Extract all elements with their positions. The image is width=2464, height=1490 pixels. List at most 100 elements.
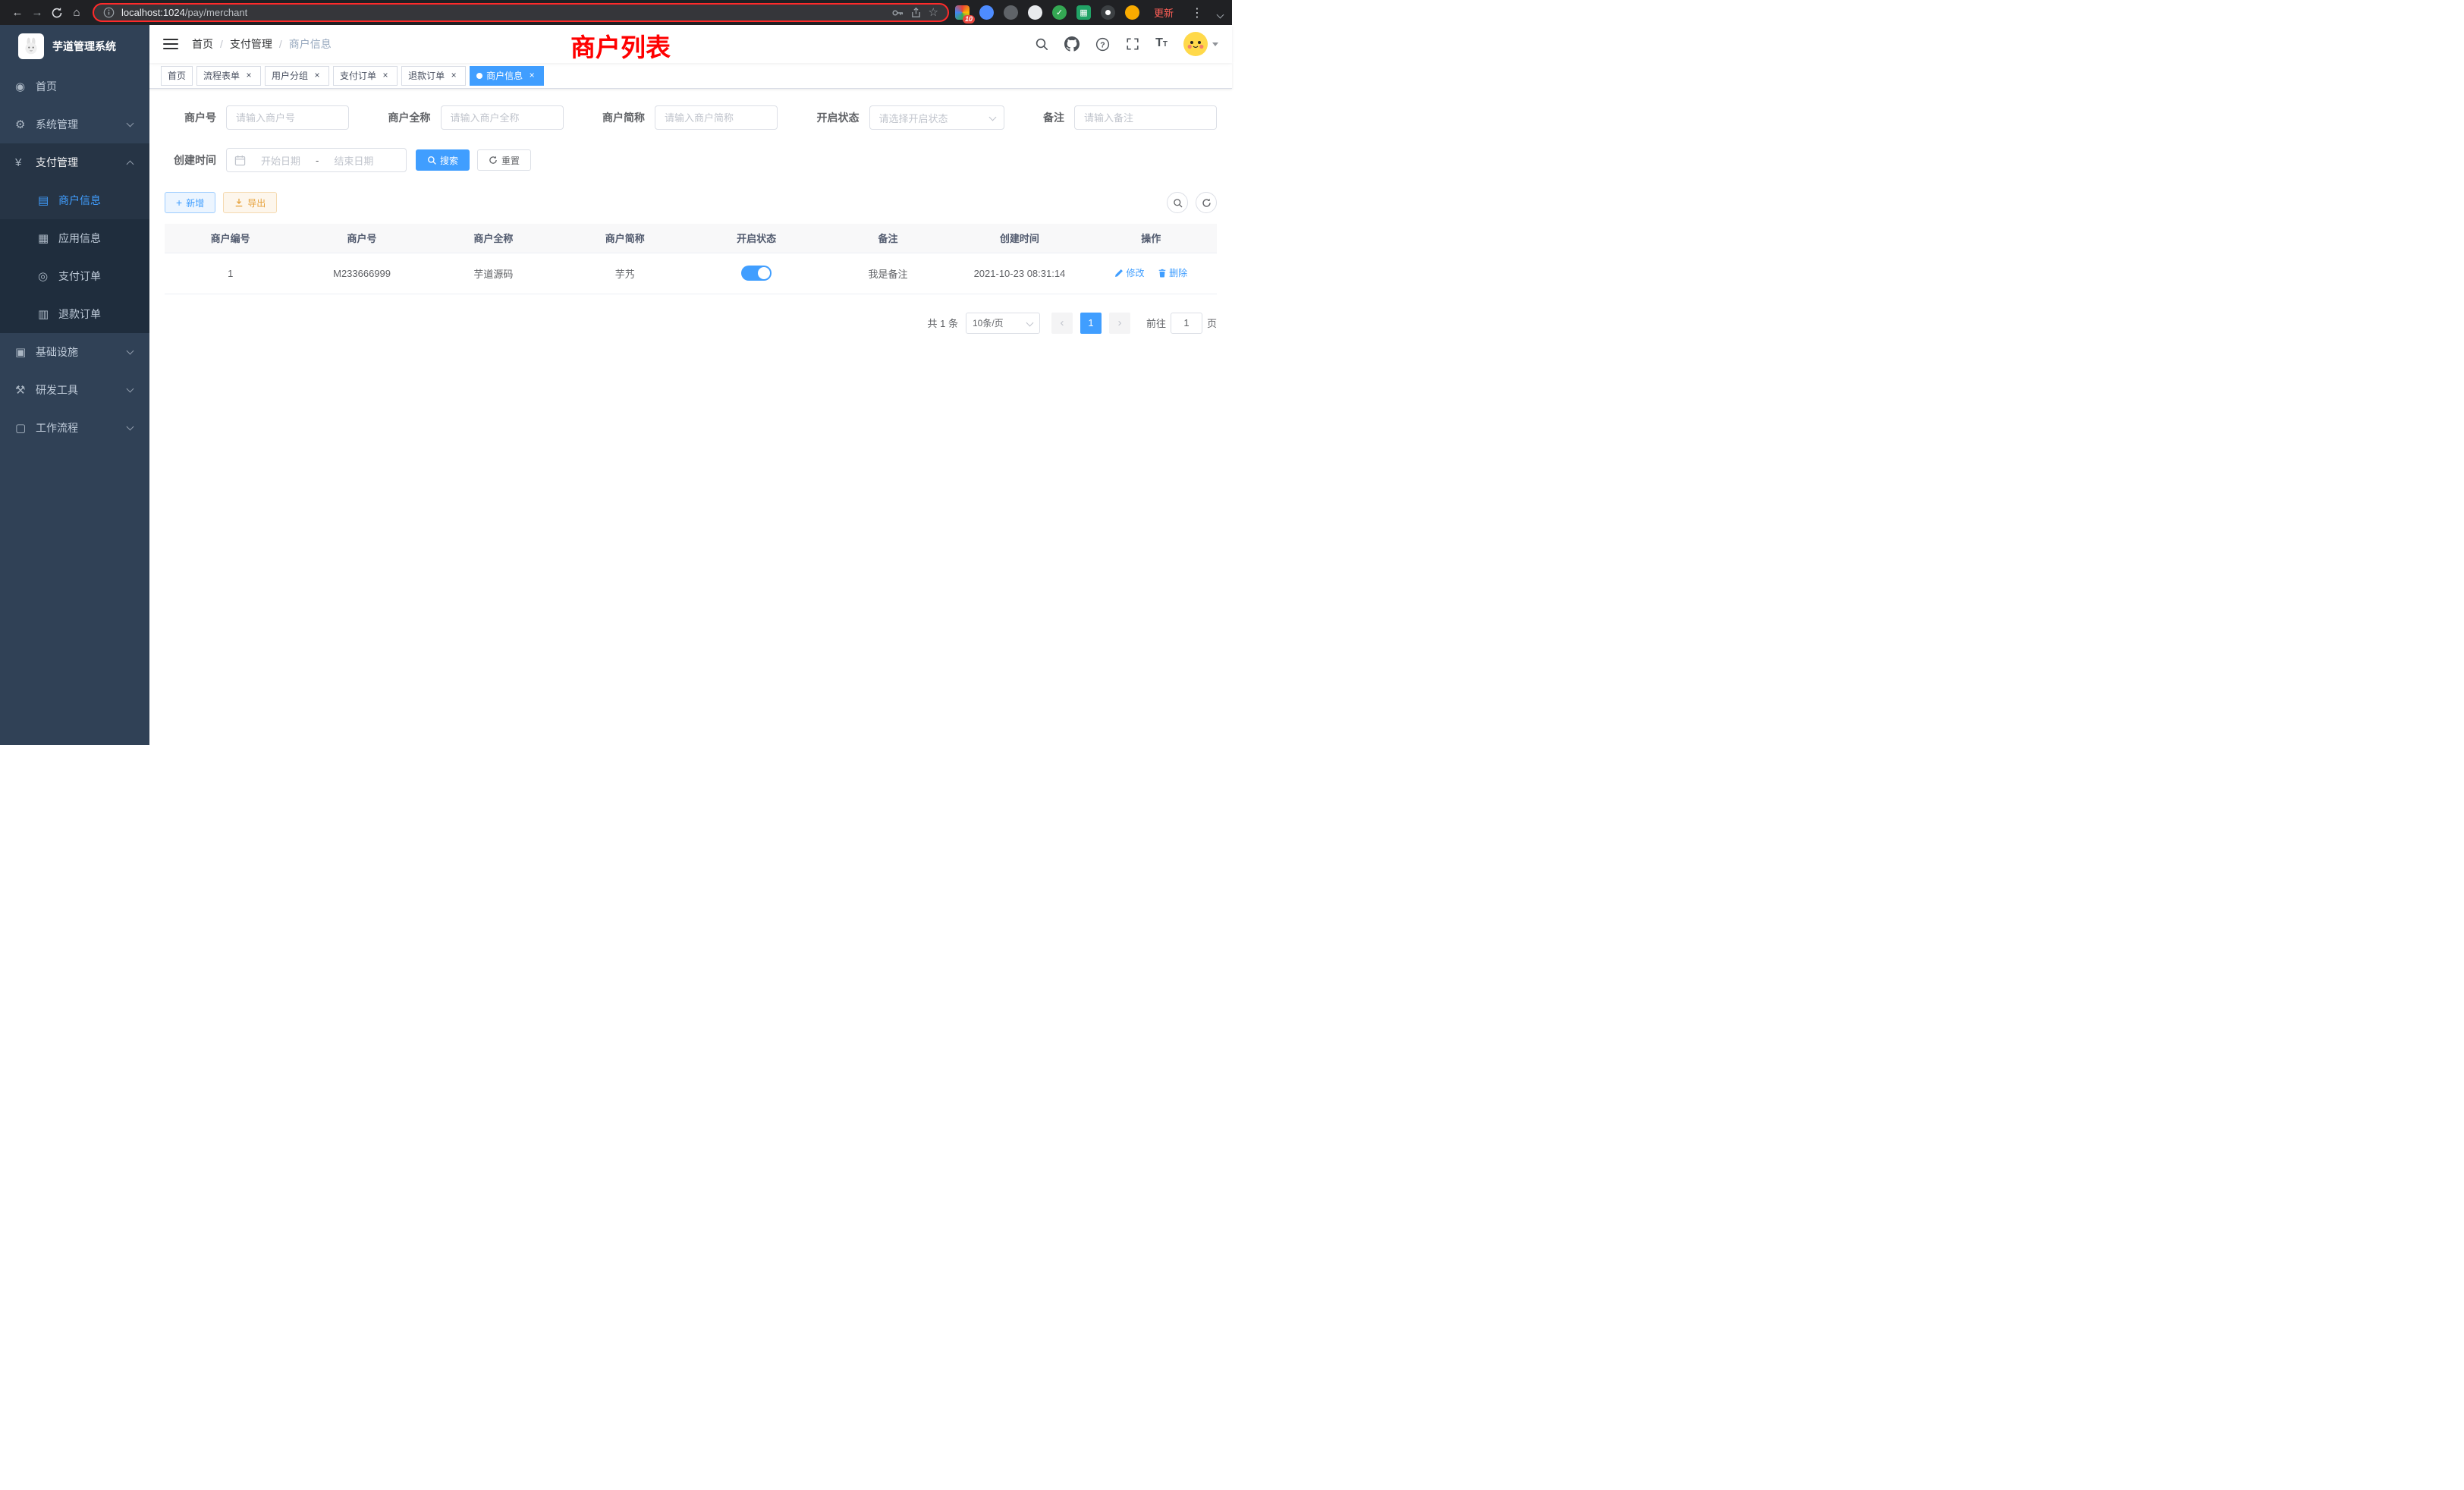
pagination-total: 共 1 条	[928, 316, 958, 330]
extension-icon-colorful[interactable]: 10	[955, 5, 970, 20]
bookmark-star-icon[interactable]: ☆	[929, 7, 938, 18]
sidebar-item-label: 研发工具	[36, 382, 78, 398]
url-host: localhost:1024	[121, 7, 185, 18]
chevron-down-icon[interactable]	[1217, 11, 1224, 19]
box-icon: ▢	[15, 421, 36, 435]
sidebar-item-workflow[interactable]: ▢ 工作流程	[0, 409, 149, 447]
cell-status	[691, 253, 822, 294]
extension-icon-drop[interactable]	[979, 5, 994, 20]
sidebar-menu: ◉ 首页 ⚙ 系统管理 ¥ 支付管理 ▤ 商户信息 ▦ 应用信息	[0, 68, 149, 447]
goto-page-input[interactable]	[1171, 313, 1202, 334]
help-icon[interactable]: ?	[1095, 37, 1110, 52]
tab-pay-order[interactable]: 支付订单 ×	[333, 66, 398, 86]
close-tab-icon[interactable]: ×	[526, 71, 537, 81]
end-date-placeholder: 结束日期	[325, 153, 382, 168]
github-icon[interactable]	[1064, 36, 1080, 52]
breadcrumb-payment[interactable]: 支付管理	[230, 36, 272, 52]
home-icon[interactable]: ⌂	[67, 0, 86, 25]
close-tab-icon[interactable]: ×	[312, 71, 322, 81]
tab-home[interactable]: 首页	[161, 66, 193, 86]
url-bar[interactable]: localhost:1024/pay/merchant ☆	[93, 3, 949, 22]
extension-icon-dark[interactable]	[1004, 5, 1018, 20]
merchant-full-name-input[interactable]	[441, 105, 564, 130]
search-icon[interactable]	[1035, 37, 1048, 51]
fullscreen-icon[interactable]	[1126, 37, 1139, 51]
reload-icon[interactable]	[47, 7, 67, 19]
sidebar-item-devtools[interactable]: ⚒ 研发工具	[0, 371, 149, 409]
tags-view: 首页 流程表单 × 用户分组 × 支付订单 × 退款订单 × 商户信息 ×	[149, 63, 1232, 89]
tab-refund-order[interactable]: 退款订单 ×	[401, 66, 466, 86]
sidebar-item-payment[interactable]: ¥ 支付管理	[0, 143, 149, 181]
sidebar-item-refund-order[interactable]: ▥ 退款订单	[0, 295, 149, 333]
tools-icon: ⚒	[15, 383, 36, 397]
goto-prefix: 前往	[1146, 316, 1166, 330]
user-menu[interactable]	[1183, 32, 1218, 56]
document-icon: ▥	[38, 307, 58, 321]
merchant-no-label: 商户号	[165, 110, 216, 125]
close-tab-icon[interactable]: ×	[380, 71, 391, 81]
plus-icon: +	[176, 198, 182, 207]
share-icon[interactable]	[910, 7, 922, 18]
sidebar-item-home[interactable]: ◉ 首页	[0, 68, 149, 105]
breadcrumb-separator: /	[279, 38, 282, 50]
add-button-label: 新增	[186, 196, 204, 209]
merchant-short-name-input[interactable]	[655, 105, 778, 130]
sidebar-item-infrastructure[interactable]: ▣ 基础设施	[0, 333, 149, 371]
password-key-icon[interactable]	[891, 7, 904, 19]
back-icon[interactable]: ←	[8, 0, 27, 25]
logo[interactable]: 芋道管理系统	[0, 25, 149, 68]
close-tab-icon[interactable]: ×	[448, 71, 459, 81]
merchant-no-input[interactable]	[226, 105, 349, 130]
site-info-icon[interactable]	[103, 7, 115, 18]
yen-icon: ¥	[15, 156, 36, 169]
chevron-down-icon	[127, 423, 134, 431]
refresh-table-button[interactable]	[1196, 192, 1217, 213]
merchant-full-name-label: 商户全称	[388, 110, 431, 125]
status-label: 开启状态	[817, 110, 860, 125]
font-size-icon[interactable]: TT	[1155, 37, 1168, 51]
search-button[interactable]: 搜索	[416, 149, 470, 171]
sidebar: 芋道管理系统 ◉ 首页 ⚙ 系统管理 ¥ 支付管理 ▤ 商户信息	[0, 25, 149, 745]
sidebar-item-system[interactable]: ⚙ 系统管理	[0, 105, 149, 143]
hamburger-icon[interactable]	[163, 39, 178, 49]
toggle-search-button[interactable]	[1167, 192, 1188, 213]
edit-button[interactable]: 修改	[1114, 266, 1144, 279]
add-button[interactable]: + 新增	[165, 192, 215, 213]
prev-page-button[interactable]: ‹	[1051, 313, 1073, 334]
extension-icon-avatar[interactable]	[1028, 5, 1042, 20]
extension-icon-check[interactable]: ✓	[1052, 5, 1067, 20]
page-size-select[interactable]: 10条/页	[966, 313, 1040, 334]
goto-suffix: 页	[1207, 316, 1217, 330]
extension-icon-table[interactable]: ▦	[1076, 5, 1091, 20]
sidebar-item-merchant-info[interactable]: ▤ 商户信息	[0, 181, 149, 219]
extension-icon-profile[interactable]	[1125, 5, 1139, 20]
status-select-placeholder: 请选择开启状态	[879, 111, 948, 125]
close-tab-icon[interactable]: ×	[244, 71, 254, 81]
browser-update-button[interactable]: 更新	[1154, 5, 1174, 20]
page-content: 商户号 商户全称 商户简称 开启状态 请选择开启状态	[149, 89, 1232, 745]
cell-merchant-no: M233666999	[296, 253, 427, 294]
tab-user-group[interactable]: 用户分组 ×	[265, 66, 329, 86]
export-button[interactable]: 导出	[223, 192, 277, 213]
tab-process-form[interactable]: 流程表单 ×	[196, 66, 261, 86]
create-time-label: 创建时间	[165, 152, 216, 168]
forward-icon[interactable]: →	[27, 0, 47, 25]
svg-text:?: ?	[1100, 41, 1105, 49]
dashboard-icon: ◉	[15, 80, 36, 93]
sidebar-item-pay-order[interactable]: ◎ 支付订单	[0, 257, 149, 295]
sidebar-item-label: 应用信息	[58, 231, 101, 246]
remark-input[interactable]	[1074, 105, 1217, 130]
delete-button[interactable]: 删除	[1158, 266, 1187, 279]
reset-button[interactable]: 重置	[477, 149, 531, 171]
tab-merchant-info[interactable]: 商户信息 ×	[470, 66, 544, 86]
next-page-button[interactable]: ›	[1109, 313, 1130, 334]
page-number-1[interactable]: 1	[1080, 313, 1102, 334]
breadcrumb-home[interactable]: 首页	[192, 36, 213, 52]
sidebar-item-label: 首页	[36, 79, 57, 94]
status-toggle[interactable]	[741, 266, 772, 281]
sidebar-item-app-info[interactable]: ▦ 应用信息	[0, 219, 149, 257]
browser-menu-icon[interactable]: ⋮	[1188, 5, 1206, 20]
extension-icon-pin[interactable]	[1101, 5, 1115, 20]
status-select[interactable]: 请选择开启状态	[869, 105, 1004, 130]
create-time-range-picker[interactable]: 开始日期 - 结束日期	[226, 148, 407, 172]
